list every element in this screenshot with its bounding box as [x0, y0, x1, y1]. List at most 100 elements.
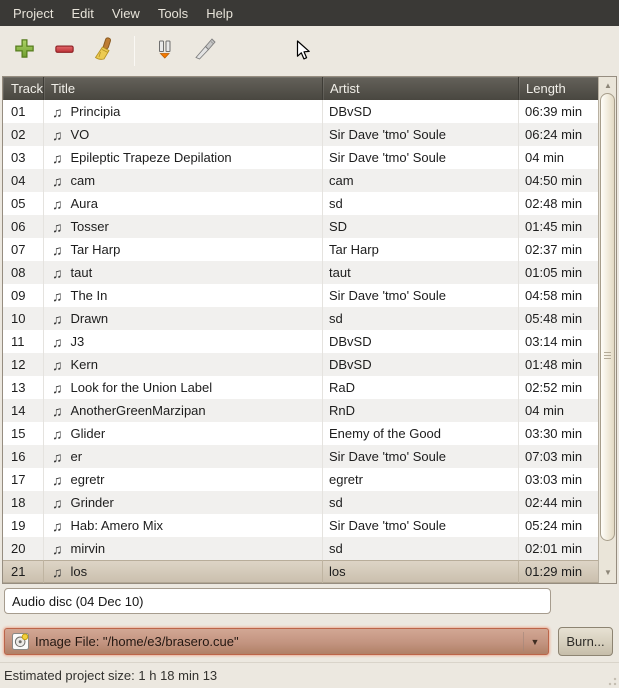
broom-icon: [92, 37, 116, 66]
artist-cell: Sir Dave 'tmo' Soule: [323, 146, 519, 169]
track-number-cell: 17: [3, 468, 44, 491]
table-row[interactable]: 06♫TosserSD01:45 min: [3, 215, 598, 238]
length-cell: 04:58 min: [519, 284, 598, 307]
scroll-down-icon[interactable]: ▼: [599, 568, 617, 577]
track-table: Track Title Artist Length 01♫PrincipiaDB…: [2, 76, 617, 584]
track-number-cell: 13: [3, 376, 44, 399]
length-cell: 02:48 min: [519, 192, 598, 215]
menu-tools[interactable]: Tools: [149, 2, 197, 25]
track-number-cell: 02: [3, 123, 44, 146]
title-cell: ♫Epileptic Trapeze Depilation: [44, 146, 323, 169]
music-note-icon: ♫: [52, 311, 63, 327]
table-row[interactable]: 09♫The InSir Dave 'tmo' Soule04:58 min: [3, 284, 598, 307]
length-cell: 01:29 min: [519, 560, 598, 583]
scroll-up-icon[interactable]: ▲: [599, 81, 617, 90]
combo-divider: [523, 632, 524, 651]
title-text: Tar Harp: [71, 242, 121, 257]
length-cell: 05:48 min: [519, 307, 598, 330]
chevron-down-icon[interactable]: ▼: [526, 637, 544, 647]
table-row[interactable]: 03♫Epileptic Trapeze DepilationSir Dave …: [3, 146, 598, 169]
table-row[interactable]: 13♫Look for the Union LabelRaD02:52 min: [3, 376, 598, 399]
table-row[interactable]: 04♫camcam04:50 min: [3, 169, 598, 192]
music-note-icon: ♫: [52, 564, 63, 580]
vertical-scrollbar[interactable]: ▲ ▼: [598, 77, 616, 583]
table-row[interactable]: 12♫KernDBvSD01:48 min: [3, 353, 598, 376]
table-row[interactable]: 19♫Hab: Amero MixSir Dave 'tmo' Soule05:…: [3, 514, 598, 537]
music-note-icon: ♫: [52, 472, 63, 488]
track-number-cell: 18: [3, 491, 44, 514]
title-text: taut: [71, 265, 93, 280]
column-header-track[interactable]: Track: [3, 77, 44, 100]
track-list: 01♫PrincipiaDBvSD06:39 min02♫VOSir Dave …: [3, 100, 598, 583]
music-note-icon: ♫: [52, 403, 63, 419]
title-cell: ♫Tar Harp: [44, 238, 323, 261]
table-row[interactable]: 11♫J3DBvSD03:14 min: [3, 330, 598, 353]
title-cell: ♫Look for the Union Label: [44, 376, 323, 399]
column-header-artist[interactable]: Artist: [323, 77, 519, 100]
table-row[interactable]: 20♫mirvinsd02:01 min: [3, 537, 598, 560]
disc-name-input[interactable]: [4, 588, 551, 614]
artist-cell: egretr: [323, 468, 519, 491]
artist-cell: sd: [323, 192, 519, 215]
table-row[interactable]: 08♫tauttaut01:05 min: [3, 261, 598, 284]
insert-pause-button[interactable]: [149, 34, 181, 68]
title-text: Aura: [71, 196, 98, 211]
track-number-cell: 01: [3, 100, 44, 123]
menu-edit[interactable]: Edit: [62, 2, 102, 25]
table-row[interactable]: 18♫Grindersd02:44 min: [3, 491, 598, 514]
music-note-icon: ♫: [52, 196, 63, 212]
scrollbar-thumb[interactable]: [600, 93, 615, 541]
menubar: Project Edit View Tools Help: [0, 0, 619, 26]
title-text: Look for the Union Label: [71, 380, 213, 395]
burn-button[interactable]: Burn...: [558, 627, 613, 656]
destination-combobox[interactable]: Image File: "/home/e3/brasero.cue" ▼: [4, 628, 549, 655]
title-cell: ♫er: [44, 445, 323, 468]
music-note-icon: ♫: [52, 357, 63, 373]
artist-cell: Sir Dave 'tmo' Soule: [323, 123, 519, 146]
track-number-cell: 04: [3, 169, 44, 192]
music-note-icon: ♫: [52, 127, 63, 143]
artist-cell: DBvSD: [323, 330, 519, 353]
table-header: Track Title Artist Length: [3, 77, 598, 100]
project-size-text: Estimated project size: 1 h 18 min 13: [4, 668, 217, 683]
title-text: VO: [71, 127, 90, 142]
length-cell: 06:39 min: [519, 100, 598, 123]
table-row[interactable]: 07♫Tar HarpTar Harp02:37 min: [3, 238, 598, 261]
title-cell: ♫ Aura: [44, 192, 323, 215]
title-text: J3: [71, 334, 85, 349]
add-tracks-button[interactable]: [8, 34, 40, 68]
track-number-cell: 20: [3, 537, 44, 560]
artist-cell: Sir Dave 'tmo' Soule: [323, 514, 519, 537]
length-cell: 04 min: [519, 399, 598, 422]
length-cell: 03:30 min: [519, 422, 598, 445]
menu-project[interactable]: Project: [4, 2, 62, 25]
artist-cell: RaD: [323, 376, 519, 399]
split-track-button[interactable]: [189, 34, 221, 68]
track-number-cell: 11: [3, 330, 44, 353]
table-row[interactable]: 05♫Aurasd02:48 min: [3, 192, 598, 215]
table-row[interactable]: 16♫erSir Dave 'tmo' Soule07:03 min: [3, 445, 598, 468]
table-row[interactable]: 01♫PrincipiaDBvSD06:39 min: [3, 100, 598, 123]
track-number-cell: 10: [3, 307, 44, 330]
menu-view[interactable]: View: [103, 2, 149, 25]
menu-help[interactable]: Help: [197, 2, 242, 25]
table-row[interactable]: 17♫egretregretr03:03 min: [3, 468, 598, 491]
title-cell: ♫Principia: [44, 100, 323, 123]
clear-project-button[interactable]: [88, 34, 120, 68]
table-row[interactable]: 21♫loslos01:29 min: [3, 560, 598, 583]
column-header-title[interactable]: Title: [44, 77, 323, 100]
artist-cell: Sir Dave 'tmo' Soule: [323, 284, 519, 307]
table-row[interactable]: 10♫Drawnsd05:48 min: [3, 307, 598, 330]
table-row[interactable]: 15♫GliderEnemy of the Good03:30 min: [3, 422, 598, 445]
title-text: Kern: [71, 357, 98, 372]
title-text: Grinder: [71, 495, 114, 510]
column-header-length[interactable]: Length: [519, 77, 598, 100]
table-row[interactable]: 14♫AnotherGreenMarzipanRnD04 min: [3, 399, 598, 422]
table-row[interactable]: 02♫VOSir Dave 'tmo' Soule06:24 min: [3, 123, 598, 146]
toolbar-separator: [134, 36, 135, 66]
length-cell: 03:14 min: [519, 330, 598, 353]
title-text: Glider: [71, 426, 106, 441]
brasero-audio-project-window: { "menu": { "items": ["Project", "Edit",…: [0, 0, 619, 688]
remove-tracks-button[interactable]: [48, 34, 80, 68]
resize-grip[interactable]: [605, 674, 617, 686]
